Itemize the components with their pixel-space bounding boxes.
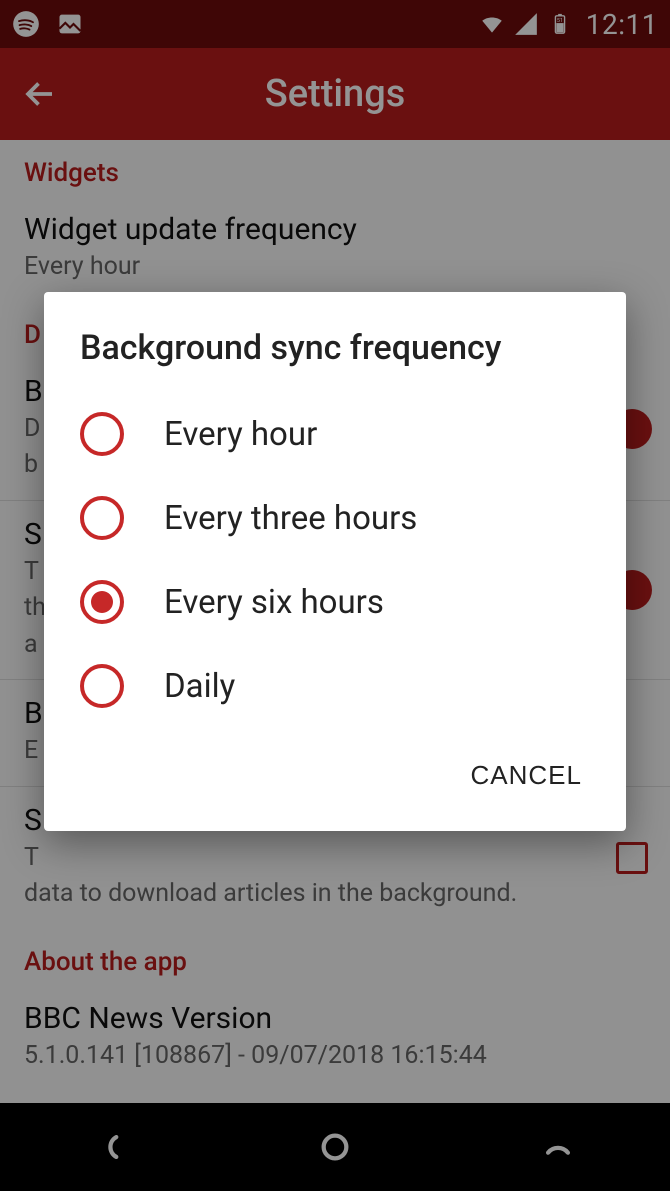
radio-option-daily[interactable]: Daily bbox=[44, 644, 626, 728]
cancel-button[interactable]: CANCEL bbox=[455, 748, 598, 803]
radio-icon bbox=[80, 664, 124, 708]
dialog-title: Background sync frequency bbox=[44, 328, 626, 392]
dialog-background-sync-frequency: Background sync frequency Every hour Eve… bbox=[44, 292, 626, 831]
radio-label: Every three hours bbox=[164, 499, 417, 538]
radio-icon bbox=[80, 412, 124, 456]
radio-label: Daily bbox=[164, 667, 235, 706]
radio-icon bbox=[80, 496, 124, 540]
radio-icon-selected bbox=[80, 580, 124, 624]
radio-label: Every six hours bbox=[164, 583, 384, 622]
radio-option-every-six-hours[interactable]: Every six hours bbox=[44, 560, 626, 644]
radio-label: Every hour bbox=[164, 415, 317, 454]
radio-option-every-three-hours[interactable]: Every three hours bbox=[44, 476, 626, 560]
radio-option-every-hour[interactable]: Every hour bbox=[44, 392, 626, 476]
